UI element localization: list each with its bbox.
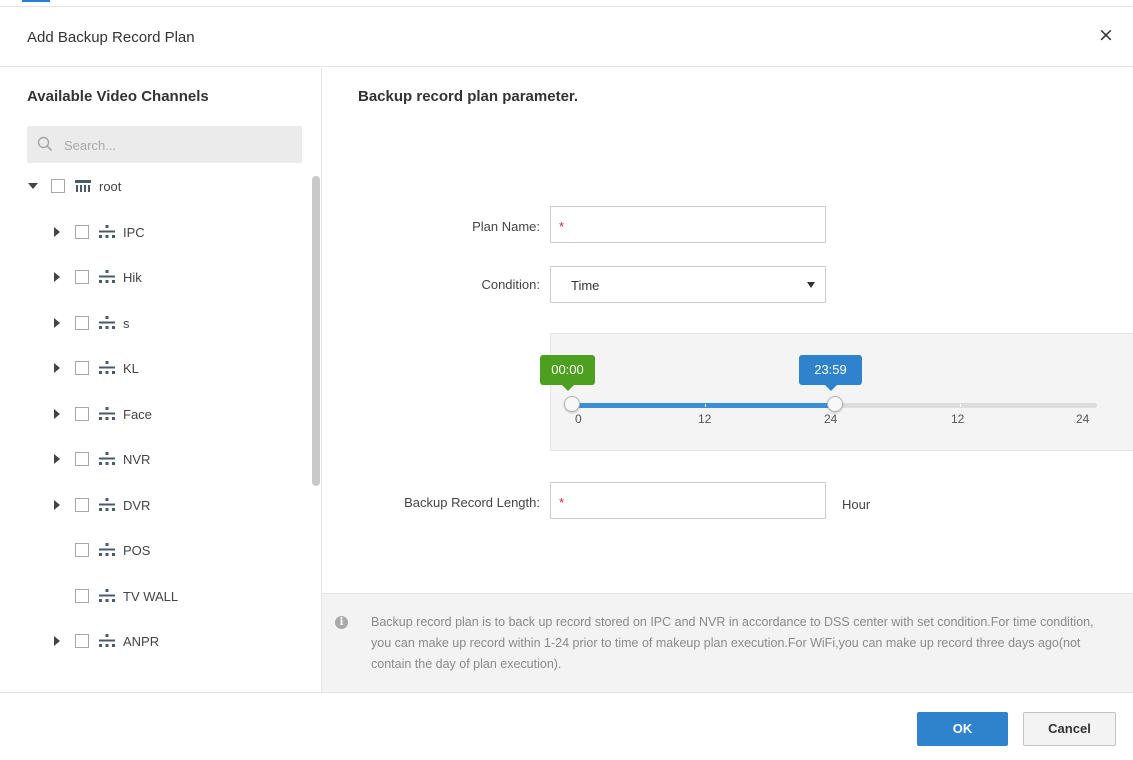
tree-item-label: Face	[123, 406, 152, 422]
caret-right-icon[interactable]	[51, 362, 63, 374]
tree-checkbox[interactable]	[75, 498, 89, 512]
required-mark: *	[559, 219, 565, 234]
tree-checkbox[interactable]	[75, 452, 89, 466]
tick-label: 24	[824, 412, 838, 426]
end-handle[interactable]	[826, 396, 843, 412]
tree-item[interactable]: Face	[51, 402, 321, 426]
tree-checkbox[interactable]	[75, 543, 89, 557]
tree-item[interactable]: NVR	[51, 447, 321, 471]
org-node-icon	[99, 407, 115, 420]
tree-item[interactable]: s	[51, 311, 321, 335]
top-border	[0, 0, 1133, 7]
tree-checkbox[interactable]	[51, 179, 65, 193]
tree-checkbox[interactable]	[75, 225, 89, 239]
condition-select[interactable]: Time	[550, 266, 826, 303]
org-node-icon	[99, 270, 115, 283]
tree-item[interactable]: IPC	[51, 220, 321, 244]
caret-right-icon[interactable]	[51, 226, 63, 238]
channel-panel-heading: Available Video Channels	[27, 88, 209, 105]
tree-checkbox[interactable]	[75, 270, 89, 284]
chevron-down-icon	[807, 282, 815, 288]
org-node-icon	[99, 543, 115, 556]
tree-item[interactable]: ANPR	[51, 629, 321, 653]
tree-item[interactable]: DVR	[51, 493, 321, 517]
end-time-tag: 23:59	[799, 355, 862, 391]
tree-checkbox[interactable]	[75, 634, 89, 648]
length-unit: Hour	[842, 497, 871, 512]
tree-item[interactable]: POS	[51, 538, 321, 562]
tree-item-label: NVR	[123, 451, 151, 467]
caret-right-icon[interactable]	[51, 499, 63, 511]
tree-item[interactable]: root	[27, 174, 321, 198]
info-area: i Backup record plan is to back up recor…	[322, 593, 1133, 692]
dialog-title: Add Backup Record Plan	[27, 29, 195, 46]
org-node-icon	[99, 589, 115, 602]
tree-checkbox[interactable]	[75, 407, 89, 421]
channel-panel: Available Video Channels root IPC Hik s KL Fa…	[0, 68, 322, 692]
dialog-footer: OK Cancel	[0, 692, 1133, 760]
top-accent-bar	[22, 0, 50, 2]
tick-label: 0	[575, 412, 582, 426]
search-box[interactable]	[27, 126, 302, 163]
tree-item-label: ANPR	[123, 633, 160, 649]
cancel-button[interactable]: Cancel	[1023, 712, 1116, 746]
close-icon[interactable]: ×	[1095, 24, 1117, 46]
tree-item-label: DVR	[123, 497, 151, 513]
org-root-icon	[75, 180, 91, 192]
caret-right-icon[interactable]	[51, 317, 63, 329]
length-field[interactable]: *	[550, 482, 826, 519]
tick-mark	[705, 404, 706, 407]
tree-checkbox[interactable]	[75, 361, 89, 375]
caret-down-icon[interactable]	[27, 180, 39, 192]
info-icon: i	[335, 616, 348, 629]
info-text: Backup record plan is to back up record …	[371, 615, 1094, 671]
tree-item-label: root	[99, 178, 122, 194]
org-node-icon	[99, 634, 115, 647]
org-node-icon	[99, 225, 115, 238]
condition-value: Time	[571, 278, 600, 293]
tree-item-label: KL	[123, 360, 139, 376]
tree-item-label: s	[123, 315, 130, 331]
tree-checkbox[interactable]	[75, 589, 89, 603]
required-mark: *	[559, 495, 565, 510]
dialog-header: Add Backup Record Plan ×	[0, 7, 1133, 67]
start-handle[interactable]	[564, 396, 580, 412]
caret-right-icon[interactable]	[51, 453, 63, 465]
tick-label: 12	[698, 412, 712, 426]
org-node-icon	[99, 361, 115, 374]
search-input[interactable]	[64, 134, 289, 156]
plan-form-panel: Backup record plan parameter. Plan Name:…	[322, 68, 1133, 692]
tree-item-label: Hik	[123, 269, 142, 285]
tree-item-label: POS	[123, 542, 151, 558]
ok-button[interactable]: OK	[917, 712, 1008, 746]
caret-right-icon[interactable]	[51, 408, 63, 420]
tree-item[interactable]: KL	[51, 356, 321, 380]
time-range-slider[interactable]: 00:00 23:59 0 12 24 12 24	[540, 333, 1133, 451]
scrollbar[interactable]	[312, 176, 320, 486]
search-icon	[37, 136, 53, 152]
tree-item-label: IPC	[123, 224, 145, 240]
tick-label: 24	[1076, 412, 1090, 426]
tree-item[interactable]: Hik	[51, 265, 321, 289]
tick-mark	[960, 404, 961, 407]
tree-checkbox[interactable]	[75, 316, 89, 330]
caret-right-icon[interactable]	[51, 271, 63, 283]
org-node-icon	[99, 316, 115, 329]
start-time-tag: 00:00	[540, 355, 595, 391]
slider-selected-range	[572, 403, 835, 408]
org-node-icon	[99, 498, 115, 511]
tree-item-label: TV WALL	[123, 588, 179, 604]
caret-right-icon[interactable]	[51, 635, 63, 647]
plan-name-label: Plan Name:	[472, 219, 540, 234]
tick-label: 12	[951, 412, 965, 426]
plan-name-field[interactable]: *	[550, 206, 826, 243]
condition-label: Condition:	[481, 277, 540, 292]
tree-item[interactable]: TV WALL	[51, 584, 321, 608]
form-heading: Backup record plan parameter.	[358, 88, 579, 105]
length-label: Backup Record Length:	[404, 495, 540, 510]
org-node-icon	[99, 452, 115, 465]
